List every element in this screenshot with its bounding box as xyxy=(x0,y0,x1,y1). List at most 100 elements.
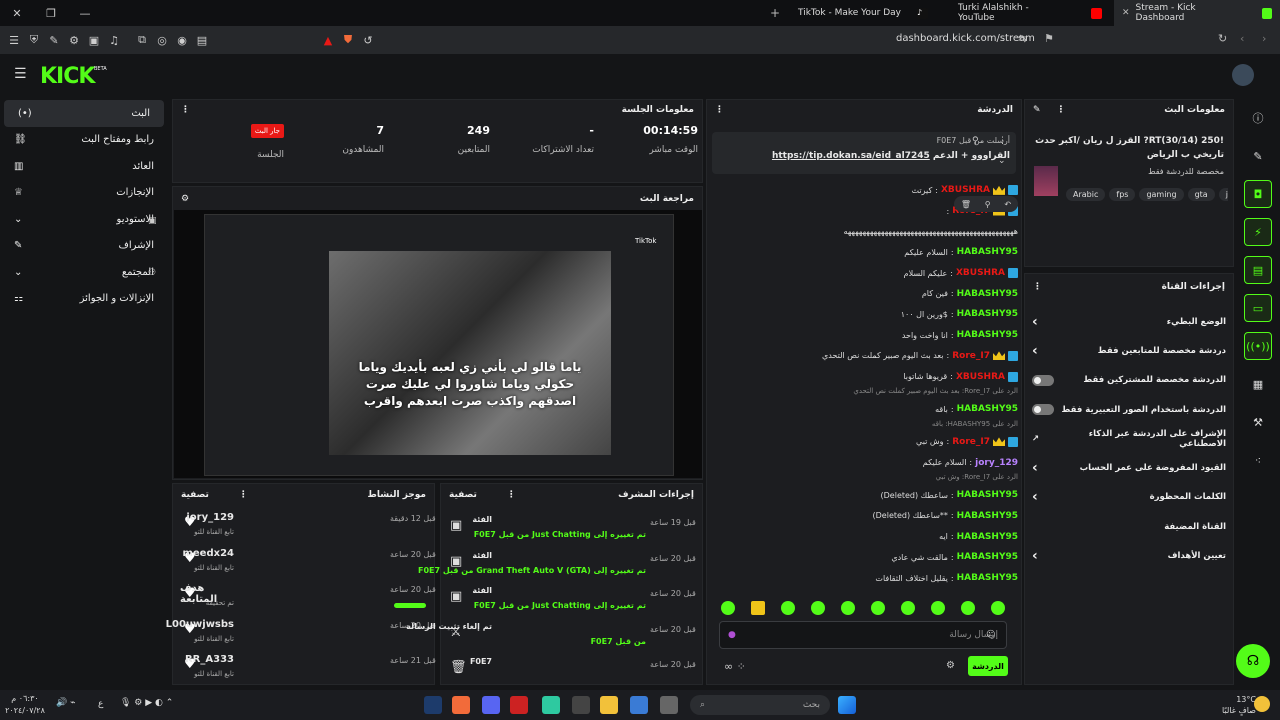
chat-message[interactable]: Rore_I7: بعد بث اليوم صبير كملت نص التحدي xyxy=(712,346,1018,367)
emote-icon[interactable] xyxy=(721,601,735,615)
chat-username[interactable]: HABASHY95 xyxy=(957,490,1018,500)
chat-message[interactable]: HABASHY95: $ورين ال ١٠٠ xyxy=(712,304,1018,325)
channel-action-item[interactable]: تعيين الأهداف › xyxy=(1026,541,1232,570)
channel-action-item[interactable]: دردشة مخصصة للمتابعين فقط › xyxy=(1026,336,1232,365)
gamepad-icon[interactable]: ◎ xyxy=(152,30,172,50)
sidebar-item-stream-key[interactable]: رابط ومفتاح البث ⛓ xyxy=(0,127,168,154)
pin-icon[interactable]: ⚲ xyxy=(972,136,979,146)
stream-tag[interactable]: gaming xyxy=(1139,188,1184,201)
channel-action-item[interactable]: الكلمات المحظورة › xyxy=(1026,483,1232,512)
chat-message[interactable]: HABASHY95: فين كام xyxy=(712,283,1018,304)
shield-icon[interactable]: ⛨ xyxy=(24,30,44,50)
delete-icon[interactable]: 🗑 xyxy=(961,200,971,209)
lightning-icon[interactable]: ⚡ xyxy=(1244,218,1272,246)
tab-youtube[interactable]: Turki Alalshikh - YouTube xyxy=(950,0,1110,26)
menu-icon[interactable]: ☰ xyxy=(4,30,24,50)
chat-message[interactable]: XBUSHRA: قريوها شاتوبا xyxy=(712,366,1018,387)
wrench-icon[interactable]: ⚒ xyxy=(1244,408,1272,436)
chat-input[interactable]: إرسال رسالة ● xyxy=(719,621,1007,649)
brave-shield-icon[interactable]: ⛊ xyxy=(338,30,358,50)
screenshot-icon[interactable]: ⧉ xyxy=(132,30,152,50)
sidebar-item-revenue[interactable]: العائد ▥ xyxy=(0,153,168,180)
app-icon[interactable] xyxy=(542,696,560,714)
chat-username[interactable]: Rore_I7 xyxy=(952,351,990,361)
back-icon[interactable]: ‹ xyxy=(1240,32,1244,45)
channel-action-item[interactable]: الدردشة باستخدام الصور التعبيرية فقط xyxy=(1026,395,1232,424)
emote-icon[interactable] xyxy=(811,601,825,615)
channel-action-item[interactable]: القناة المضيفة xyxy=(1026,512,1232,541)
chat-username[interactable]: HABASHY95 xyxy=(957,404,1018,414)
settings-icon[interactable]: ⚙ xyxy=(946,660,955,671)
edit-icon[interactable]: ✎ xyxy=(1033,105,1041,115)
emote-icon[interactable] xyxy=(931,601,945,615)
steam-icon[interactable] xyxy=(424,696,442,714)
stream-preview-video[interactable]: TikTok ياما قالو لي بأني زي لعبه بأيديك … xyxy=(174,210,702,478)
sidebar-item-drops[interactable]: الإنزالات و الجوائز ⚏ xyxy=(0,286,168,313)
voicemeeter-icon[interactable] xyxy=(510,696,528,714)
stream-tag[interactable]: Arabic xyxy=(1066,188,1106,201)
more-icon[interactable]: ⋮ xyxy=(715,105,724,115)
infinity-icon[interactable]: ∞ ⁘ xyxy=(724,660,746,673)
emote-icon[interactable] xyxy=(961,601,975,615)
stream-tag[interactable]: gta xyxy=(1187,188,1215,201)
chat-username[interactable]: HABASHY95 xyxy=(957,511,1018,521)
chat-message[interactable]: HABASHY95: باقه xyxy=(712,399,1018,420)
more-icon[interactable]: ⋮ xyxy=(507,490,516,500)
stream-tag[interactable]: fps xyxy=(1109,188,1136,201)
chat-username[interactable]: XBUSHRA xyxy=(956,268,1005,278)
chat-message[interactable]: Rore_I7: وش تبي xyxy=(712,432,1018,453)
toggle-switch[interactable] xyxy=(1032,374,1054,386)
chat-message[interactable]: jory_129: السلام عليكم xyxy=(712,452,1018,473)
activity-row[interactable]: ♥ RR_A333 تابع القناة للتو قبل 21 ساعة xyxy=(180,652,436,684)
chat-username[interactable]: HABASHY95 xyxy=(957,289,1018,299)
settings-icon[interactable]: ⚙ xyxy=(181,194,189,204)
chat-username[interactable]: HABASHY95 xyxy=(957,309,1018,319)
chat-username[interactable]: Rore_I7 xyxy=(952,437,990,447)
refresh-icon[interactable]: ↻ xyxy=(1218,32,1227,45)
filter-button[interactable]: تصفية xyxy=(181,490,209,500)
emote-icon[interactable] xyxy=(751,601,765,615)
channel-action-item[interactable]: الدردشة مخصصة للمشتركين فقط xyxy=(1026,366,1232,395)
emote-icon[interactable] xyxy=(901,601,915,615)
list-icon[interactable]: ▤ xyxy=(1244,256,1272,284)
hamburger-icon[interactable]: ☰ xyxy=(14,66,27,82)
stream-tag[interactable]: just xyxy=(1218,188,1228,201)
mic-icon[interactable]: ● xyxy=(728,630,736,640)
nodes-icon[interactable]: ⁖ xyxy=(1244,446,1272,474)
emote-icon[interactable] xyxy=(871,601,885,615)
layout-icon[interactable]: ▦ xyxy=(1244,370,1272,398)
close-window-icon[interactable]: ✕ xyxy=(0,0,34,26)
broadcast-icon[interactable]: ((•)) xyxy=(1244,332,1272,360)
activity-row[interactable]: ♥ meedx24 تابع القناة للتو قبل 20 ساعة xyxy=(180,546,435,578)
restore-window-icon[interactable]: ❐ xyxy=(34,0,68,26)
tray-icons[interactable]: 🔊 ⌁ xyxy=(56,698,76,708)
filter-button[interactable]: تصفية xyxy=(449,490,477,500)
chat-username[interactable]: HABASHY95 xyxy=(957,247,1018,257)
chat-message[interactable]: XBUSHRA: عليكم السلام xyxy=(712,263,1018,284)
weather-widget[interactable]: 13°C صافٍ غالبًا xyxy=(1222,694,1256,716)
avatar[interactable] xyxy=(1232,64,1254,86)
activity-row[interactable]: ♥ هدف المتابعة تم تحقيقه قبل 20 ساعة xyxy=(180,581,436,613)
support-icon[interactable]: ☊ xyxy=(1236,644,1270,678)
sidebar-item-community[interactable]: المجتمع ⌄ xyxy=(0,259,168,286)
close-tab-icon[interactable]: ✕ xyxy=(1122,8,1130,18)
chat-message[interactable]: هههههههههههههههههههههههههههههههههههههههه… xyxy=(712,221,1018,242)
translate-icon[interactable]: ⇆ xyxy=(1018,32,1027,45)
screen-icon[interactable]: ◘ xyxy=(1244,180,1272,208)
chat-message[interactable]: HABASHY95: انا واخت واحد xyxy=(712,325,1018,346)
tab-kick-dashboard[interactable]: ✕ Stream - Kick Dashboard xyxy=(1114,0,1280,26)
wallet-icon[interactable]: ▤ xyxy=(192,30,212,50)
chat-username[interactable]: HABASHY95 xyxy=(957,330,1018,340)
discord-icon[interactable] xyxy=(482,696,500,714)
rewards-icon[interactable]: ▲ xyxy=(318,30,338,50)
mod-action-row[interactable]: ▣ الفئة تم تغييره إلى Just Chatting من قبل… xyxy=(446,514,698,546)
chat-username[interactable]: HABASHY95 xyxy=(957,532,1018,542)
address-bar[interactable]: dashboard.kick.com/stream xyxy=(896,33,1035,44)
chat-username[interactable]: XBUSHRA xyxy=(956,372,1005,382)
vpn-icon[interactable]: ◉ xyxy=(172,30,192,50)
extension-icon[interactable]: ⚙ xyxy=(64,30,84,50)
channel-action-item[interactable]: الوضع البطيء › xyxy=(1026,307,1232,336)
bookmark-icon[interactable]: ⚑ xyxy=(1044,32,1054,45)
pinned-link[interactable]: https://tip.dokan.sa/eid_al7245 xyxy=(772,151,930,161)
activity-row[interactable]: ♥ L00uwjwsbs تابع القناة للتو قبل 20 ساعة xyxy=(166,617,436,649)
